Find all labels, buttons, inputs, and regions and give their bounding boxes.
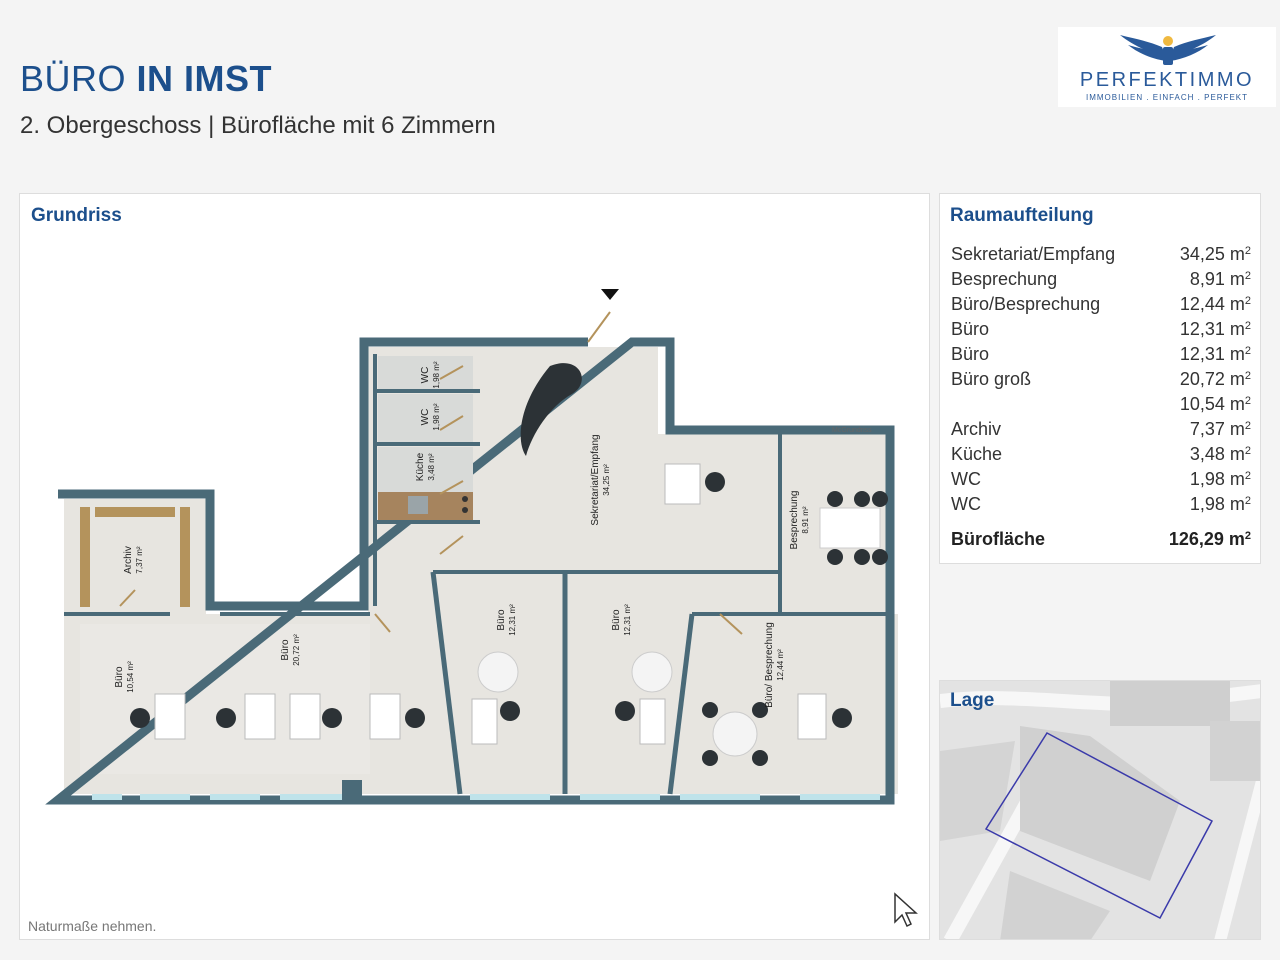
room-row: Besprechung 8,91 m2 [951, 269, 1251, 294]
logo-tagline: IMMOBILIEN . EINFACH . PERFEKT [1085, 93, 1249, 102]
room-area: 10,54 m2 [1179, 394, 1251, 414]
plan-watermark: McGrundriss [832, 427, 872, 434]
grundriss-panel: Grundriss WC 1,98 m² WC 1,98 m² Küche 3,… [19, 193, 930, 940]
room-name: Sekretariat/Empfang [951, 244, 1116, 264]
room-area: 1,98 m2 [1189, 469, 1251, 489]
room-area: 20,72 m2 [1179, 369, 1251, 389]
room-name: Besprechung [951, 269, 1058, 289]
column [342, 780, 362, 800]
title-light: BÜRO [20, 58, 127, 99]
room-name: Archiv [951, 419, 1002, 439]
title-bold: IN IMST [136, 58, 273, 99]
lage-panel: Lage [939, 680, 1261, 940]
room-name: Büro [951, 319, 990, 339]
room-name: Büro/Besprechung [951, 294, 1101, 314]
room-name: Büro [951, 344, 990, 364]
room-area: 3,48 m2 [1189, 444, 1251, 464]
room-area: 7,37 m2 [1189, 419, 1251, 439]
raumaufteilung-title: Raumaufteilung [950, 205, 1094, 226]
room-label-besprechung: Besprechung 8,91 m² [789, 490, 810, 550]
round-table [712, 711, 758, 757]
room-row: Sekretariat/Empfang 34,25 m2 [951, 244, 1251, 269]
room-area: 12,44 m2 [1179, 294, 1251, 314]
room-row: Büro/Besprechung 12,44 m2 [951, 294, 1251, 319]
entrance-arrow-icon [601, 289, 619, 300]
page-title: BÜRO IN IMST [20, 58, 272, 100]
meeting-table [819, 507, 881, 549]
perfektimmo-logo: PERFEKTIMMO IMMOBILIEN . EINFACH . PERFE… [1058, 27, 1276, 107]
room-row: Büro 12,31 m2 [951, 344, 1251, 369]
room-row: WC 1,98 m2 [951, 494, 1251, 519]
room-label-archiv: Archiv 7,37 m² [123, 546, 144, 574]
room-area: 12,31 m2 [1179, 344, 1251, 364]
logo-brand: PERFEKTIMMO [1079, 69, 1255, 91]
room-total-area: 126,29 m2 [1168, 529, 1251, 549]
room-label-buero-besprechung: Büro/ Besprechung 12,44 m² [764, 622, 785, 708]
room-area: 12,31 m2 [1179, 319, 1251, 339]
page-subtitle: 2. Obergeschoss | Bürofläche mit 6 Zimme… [20, 112, 496, 139]
room-label-wc-2: WC 1,98 m² [420, 403, 441, 431]
room-label-kueche: Küche 3,48 m² [415, 452, 436, 482]
raumaufteilung-panel: Raumaufteilung Sekretariat/Empfang 34,25 … [939, 193, 1261, 564]
room-label-buero-4: Büro 12,31 m² [611, 604, 632, 636]
room-row: 10,54 m2 [951, 394, 1251, 419]
location-map [940, 681, 1260, 939]
room-row: Archiv 7,37 m2 [951, 419, 1251, 444]
room-area: 34,25 m2 [1179, 244, 1251, 264]
room-label-buero-small: Büro 10,54 m² [114, 661, 135, 693]
room-row: Büro groß 20,72 m2 [951, 369, 1251, 394]
lage-title: Lage [950, 690, 995, 711]
room-area: 1,98 m2 [1189, 494, 1251, 514]
room-label-buero-gross: Büro 20,72 m² [280, 634, 301, 666]
room-label-sekretariat: Sekretariat/Empfang 34,25 m² [590, 434, 611, 526]
room-name: WC [951, 469, 981, 489]
room-area: 8,91 m2 [1189, 269, 1251, 289]
room-label-buero-3: Büro 12,31 m² [496, 604, 517, 636]
room-name: Büro groß [951, 369, 1032, 389]
room-name: Küche [951, 444, 1003, 464]
wings-logo-icon [1120, 35, 1216, 65]
cursor-icon [894, 892, 918, 928]
room-total-row: Bürofläche 126,29 m2 [951, 529, 1251, 554]
room-row: Büro 12,31 m2 [951, 319, 1251, 344]
room-row: WC 1,98 m2 [951, 469, 1251, 494]
room-total-name: Bürofläche [951, 529, 1046, 549]
naturmasse-note: Naturmaße nehmen. [28, 918, 157, 934]
room-name: WC [951, 494, 981, 514]
room-row: Küche 3,48 m2 [951, 444, 1251, 469]
